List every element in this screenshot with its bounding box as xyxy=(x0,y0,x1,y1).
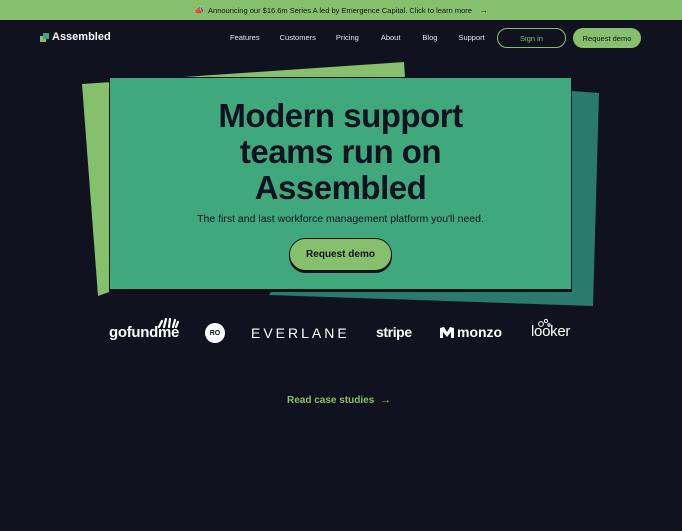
arrow-right-icon: → xyxy=(380,394,392,406)
monzo-m-icon xyxy=(440,326,454,338)
hero-title-line-3: Assembled xyxy=(254,169,427,206)
looker-logo: looker xyxy=(531,323,571,340)
case-studies-label: Read case studies xyxy=(287,394,375,406)
hero-title-line-1: Modern support xyxy=(218,97,463,134)
read-case-studies-link[interactable]: Read case studies → xyxy=(287,394,391,406)
customer-logos-row: gofundme RO EVERLANE stripe monzo looker xyxy=(0,315,682,355)
monzo-logo-text: monzo xyxy=(457,324,503,340)
hero-title: Modern support teams run on Assembled xyxy=(109,98,572,206)
ro-logo: RO xyxy=(205,323,225,343)
everlane-logo: EVERLANE xyxy=(251,325,350,341)
stripe-logo: stripe xyxy=(376,324,412,340)
request-demo-hero-button[interactable]: Request demo xyxy=(289,238,392,271)
monzo-logo: monzo xyxy=(439,324,502,340)
hero-subtitle: The first and last workforce management … xyxy=(197,213,484,225)
hero-title-line-2: teams run on xyxy=(239,133,442,170)
gofundme-sparkle-icon xyxy=(157,318,179,328)
